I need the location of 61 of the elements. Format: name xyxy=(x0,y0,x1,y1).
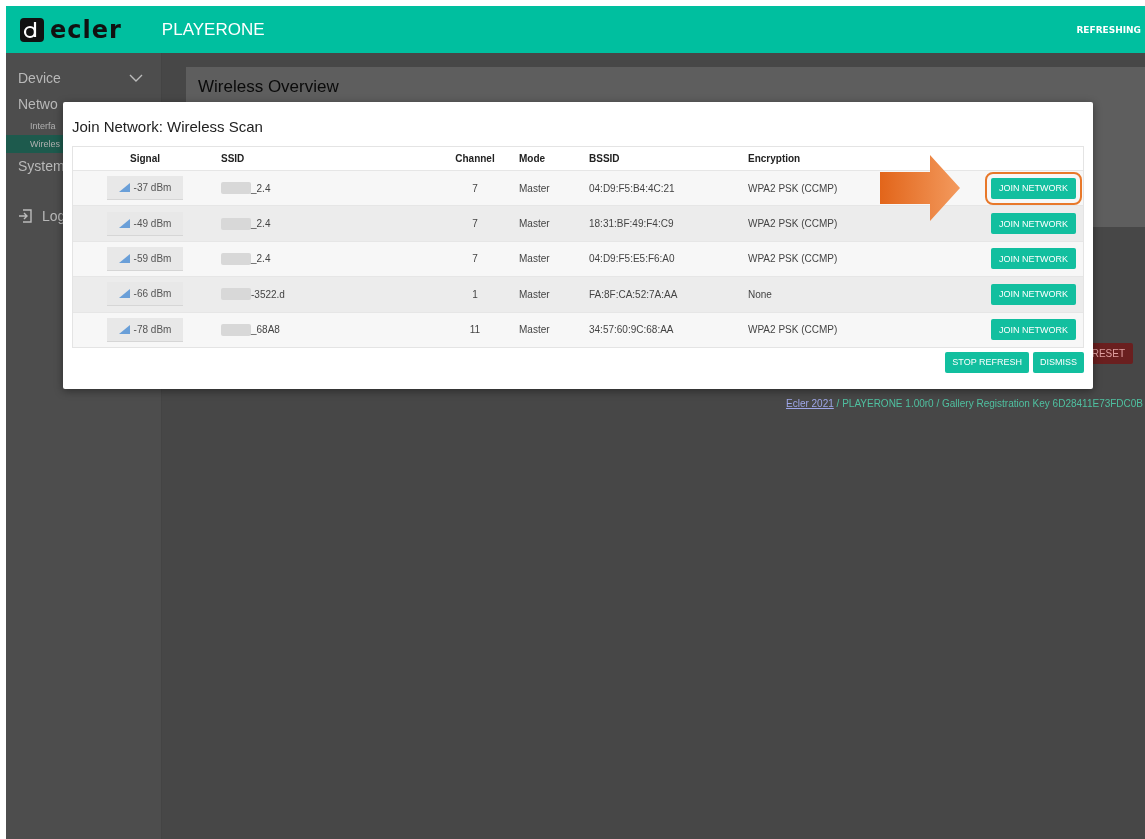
logo-icon xyxy=(20,17,44,42)
table-cell: 04:D9:F5:B4:4C:21 xyxy=(589,182,675,194)
column-header: Channel xyxy=(455,153,495,164)
dialog-button[interactable]: STOP REFRESH xyxy=(945,351,1029,373)
table-cell: None xyxy=(748,288,772,300)
join-network-button[interactable]: JOIN NETWORK xyxy=(991,319,1076,341)
signal-icon xyxy=(118,253,131,263)
signal-button[interactable]: -37 dBm xyxy=(107,176,183,201)
section-heading: Wireless Overview xyxy=(198,77,340,97)
signal-icon xyxy=(118,218,131,228)
ssid-text: _68A8 xyxy=(251,324,280,336)
redaction-block xyxy=(221,323,251,336)
column-header: Encryption xyxy=(748,153,801,164)
table-cell: FA:8F:CA:52:7A:AA xyxy=(589,288,678,300)
table-cell: 18:31:BF:49:F4:C9 xyxy=(589,218,674,230)
column-header: Signal xyxy=(130,153,160,164)
chevron-down-icon xyxy=(129,74,143,82)
ssid-text: -3522.d xyxy=(251,288,285,300)
footer-text: / PLAYERONE 1.00r0 / Gallery Registration Key 6D28411E73FDC0B xyxy=(835,398,1144,409)
table-cell: Master xyxy=(519,253,550,265)
sidebar-item[interactable]: Device xyxy=(6,65,161,91)
dialog-title: Join Network: Wireless Scan xyxy=(72,117,264,137)
join-network-button[interactable]: JOIN NETWORK xyxy=(991,213,1076,235)
table-cell: WPA2 PSK (CCMP) xyxy=(748,182,838,194)
dialog-button[interactable]: DISMISS xyxy=(1033,351,1084,373)
signal-icon xyxy=(118,183,131,193)
table-cell: Master xyxy=(519,182,550,194)
signal-button[interactable]: -49 dBm xyxy=(107,211,183,236)
ssid-text: _2.4 xyxy=(251,218,271,230)
table-cell: 11 xyxy=(469,324,481,336)
table-cell: WPA2 PSK (CCMP) xyxy=(748,253,838,265)
table-cell: Master xyxy=(519,218,550,230)
table-cell: WPA2 PSK (CCMP) xyxy=(748,324,838,336)
column-header: Mode xyxy=(519,153,546,164)
table-cell: 34:57:60:9C:68:AA xyxy=(589,324,674,336)
table-cell: 7 xyxy=(472,182,478,194)
table-cell: WPA2 PSK (CCMP) xyxy=(748,218,838,230)
table-cell: 7 xyxy=(472,253,478,265)
logout-icon xyxy=(18,209,32,223)
logo-wordmark: ecler xyxy=(50,15,122,44)
table-cell: Master xyxy=(519,288,550,300)
signal-button[interactable]: -66 dBm xyxy=(107,282,183,307)
ssid-text: _2.4 xyxy=(251,253,271,265)
signal-button[interactable]: -59 dBm xyxy=(107,246,183,271)
ssid-text: _2.4 xyxy=(251,182,271,194)
table-cell: Master xyxy=(519,324,550,336)
table-cell: 7 xyxy=(472,218,478,230)
join-network-button[interactable]: JOIN NETWORK xyxy=(991,248,1076,270)
signal-icon xyxy=(118,289,131,299)
column-header: BSSID xyxy=(589,153,620,164)
column-header: SSID xyxy=(221,153,245,164)
signal-icon xyxy=(118,324,131,334)
footer-link[interactable]: Ecler 2021 xyxy=(786,398,834,409)
redaction-block xyxy=(221,182,251,195)
table-cell: 04:D9:F5:E5:F6:A0 xyxy=(589,253,675,265)
app-title: PLAYERONE xyxy=(161,19,265,40)
join-network-button[interactable]: JOIN NETWORK xyxy=(991,283,1076,305)
status-text: REFRESHING xyxy=(1076,24,1141,35)
signal-button[interactable]: -78 dBm xyxy=(107,317,183,342)
table-cell: 1 xyxy=(472,288,478,300)
redaction-block xyxy=(221,252,251,265)
